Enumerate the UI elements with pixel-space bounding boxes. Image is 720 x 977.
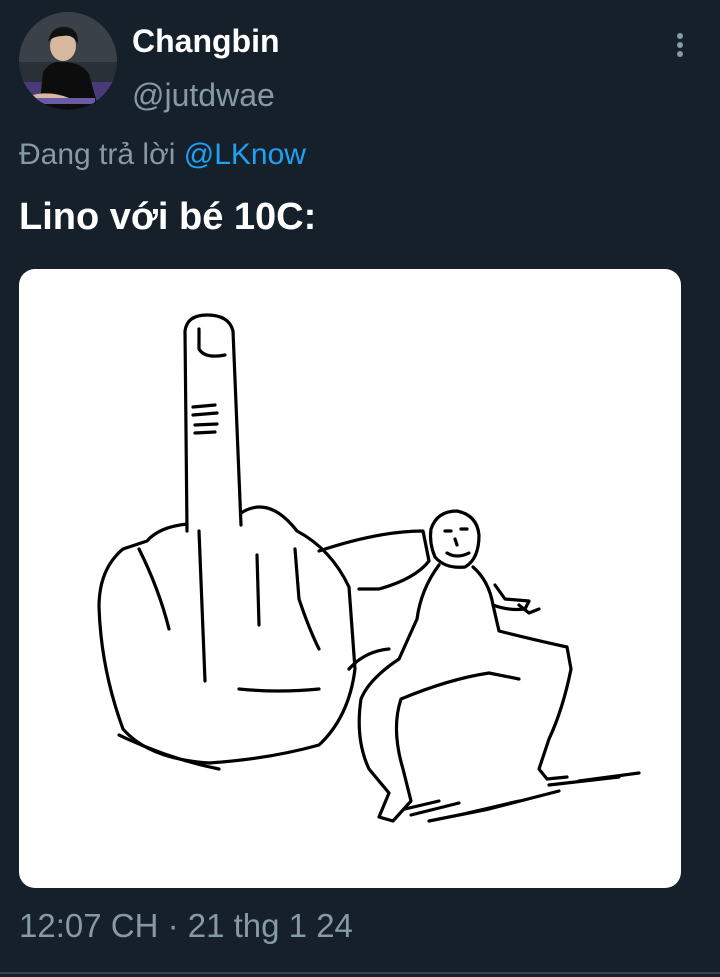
author-handle[interactable]: @jutdwae [132, 76, 275, 114]
tweet-timestamp: 12:07 CH · 21 thg 1 24 [19, 905, 353, 947]
tweet-media[interactable] [19, 269, 681, 888]
replying-to-label: Đang trả lời [19, 138, 184, 171]
tweet-date[interactable]: 21 thg 1 24 [188, 907, 353, 944]
author-avatar[interactable] [19, 12, 117, 110]
meta-separator: · [158, 907, 188, 944]
tweet: Changbin @jutdwae Đang trả lời @LKnow Li… [0, 0, 720, 977]
author-display-name[interactable]: Changbin [132, 22, 280, 60]
avatar-photo [19, 12, 117, 110]
more-options-button[interactable] [664, 30, 698, 60]
tweet-text: Lino với bé 10C: [19, 196, 317, 238]
line-drawing-meme-image [97, 313, 641, 823]
bottom-divider [0, 972, 720, 974]
replying-to: Đang trả lời @LKnow [19, 136, 306, 174]
reply-mention-link[interactable]: @LKnow [184, 138, 306, 171]
tweet-time[interactable]: 12:07 CH [19, 907, 158, 944]
